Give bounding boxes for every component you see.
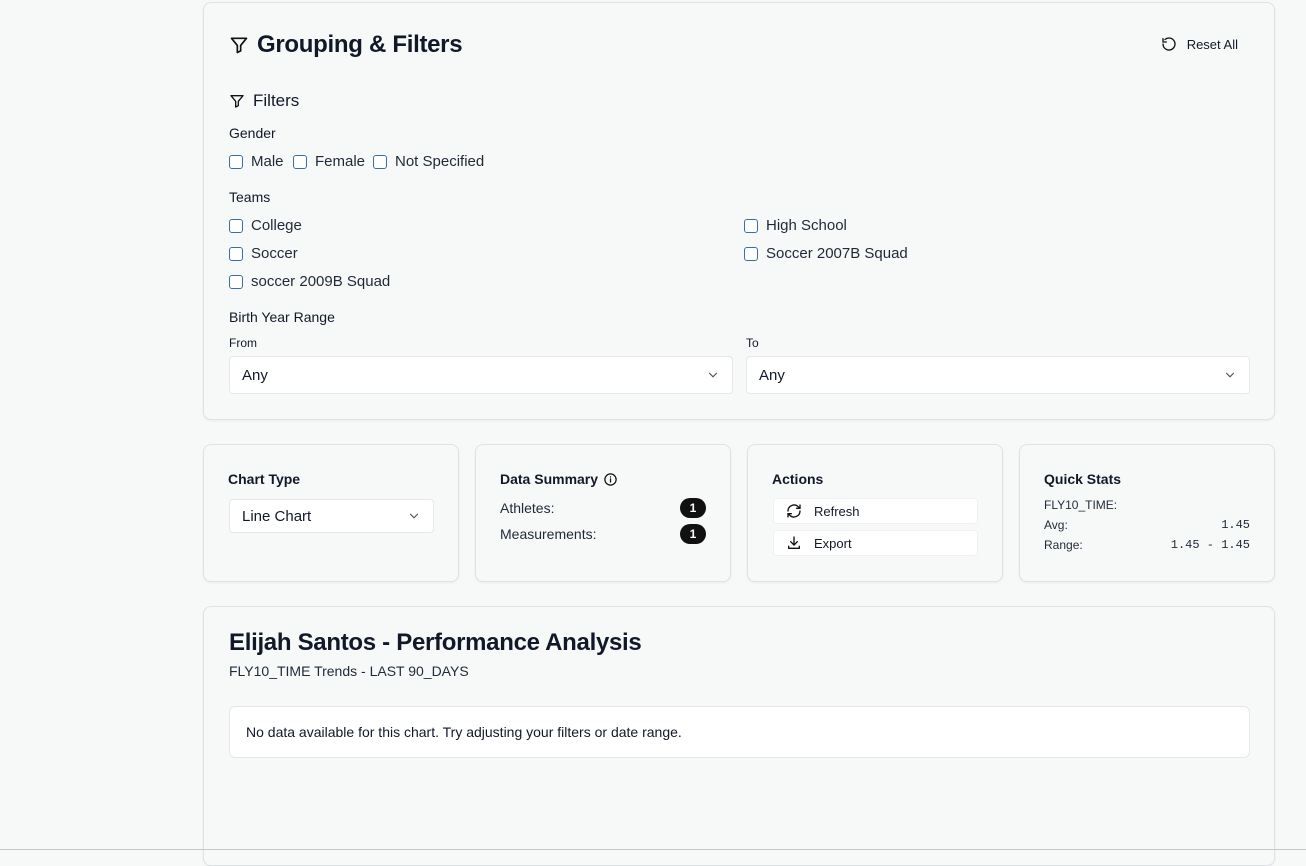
chart-type-card: Chart Type Line Chart <box>203 444 459 582</box>
data-summary-title: Data Summary <box>500 471 618 487</box>
export-label: Export <box>814 535 852 551</box>
chart-type-value: Line Chart <box>242 507 312 525</box>
viewport-divider <box>0 849 1306 850</box>
quick-stats-range-row: Range: 1.45 - 1.45 <box>1044 538 1250 552</box>
performance-analysis-card: Elijah Santos - Performance Analysis FLY… <box>203 606 1275 866</box>
athletes-row: Athletes: 1 <box>500 498 706 518</box>
gender-male-checkbox[interactable] <box>229 154 243 169</box>
birth-year-from-value: Any <box>242 366 268 384</box>
filter-icon <box>229 35 249 55</box>
gender-female-label: Female <box>315 153 366 170</box>
reset-icon <box>1161 36 1177 52</box>
team-college-option[interactable]: College <box>229 217 302 234</box>
range-label: Range: <box>1044 538 1083 552</box>
chart-type-title: Chart Type <box>228 471 301 487</box>
filters-card-title: Grouping & Filters <box>229 31 463 59</box>
quick-stats-card: Quick Stats FLY10_TIME: Avg: 1.45 Range:… <box>1019 444 1275 582</box>
team-high-school-option[interactable]: High School <box>744 217 847 234</box>
range-value: 1.45 - 1.45 <box>1170 538 1250 552</box>
athletes-label: Athletes: <box>500 500 555 516</box>
no-data-message: No data available for this chart. Try ad… <box>229 706 1250 758</box>
filters-card-title-text: Grouping & Filters <box>257 31 463 58</box>
gender-not-specified-checkbox[interactable] <box>373 154 387 169</box>
team-soccer-label: Soccer <box>251 245 298 262</box>
team-college-checkbox[interactable] <box>229 218 243 233</box>
team-soccer-2009b-option[interactable]: soccer 2009B Squad <box>229 273 390 290</box>
download-icon <box>786 535 802 551</box>
team-soccer-checkbox[interactable] <box>229 246 243 261</box>
quick-stats-metric-label: FLY10_TIME: <box>1044 498 1118 512</box>
grouping-filters-card: Grouping & Filters Reset All Filters Gen… <box>203 2 1275 420</box>
avg-label: Avg: <box>1044 518 1068 532</box>
info-icon[interactable] <box>603 472 618 487</box>
team-high-school-label: High School <box>766 217 847 234</box>
refresh-icon <box>786 503 802 519</box>
athletes-count-badge: 1 <box>680 498 706 518</box>
quick-stats-title: Quick Stats <box>1044 471 1122 487</box>
gender-label: Gender <box>229 125 276 141</box>
birth-year-range-label: Birth Year Range <box>229 309 335 325</box>
measurements-label: Measurements: <box>500 526 597 542</box>
birth-year-from-label: From <box>229 336 257 350</box>
team-soccer-2009b-checkbox[interactable] <box>229 274 243 289</box>
gender-not-specified-option[interactable]: Not Specified <box>373 153 484 170</box>
reset-all-label: Reset All <box>1186 36 1238 52</box>
avg-value: 1.45 <box>1221 518 1250 532</box>
birth-year-to-select[interactable]: Any <box>746 356 1250 394</box>
team-soccer-2007b-checkbox[interactable] <box>744 246 758 261</box>
team-soccer-option[interactable]: Soccer <box>229 245 298 262</box>
data-summary-card: Data Summary Athletes: 1 Measurements: 1 <box>475 444 731 582</box>
filters-subtitle-text: Filters <box>253 91 300 110</box>
filter-icon <box>229 93 245 109</box>
gender-female-option[interactable]: Female <box>293 153 365 170</box>
actions-card: Actions Refresh Export <box>747 444 1003 582</box>
filters-subtitle: Filters <box>229 91 299 111</box>
quick-stats-metric: FLY10_TIME: <box>1044 498 1250 512</box>
analysis-subtitle: FLY10_TIME Trends - LAST 90_DAYS <box>229 663 469 679</box>
reset-all-button[interactable]: Reset All <box>1161 36 1238 52</box>
refresh-label: Refresh <box>814 503 860 519</box>
team-soccer-2007b-label: Soccer 2007B Squad <box>766 245 908 262</box>
team-soccer-2009b-label: soccer 2009B Squad <box>251 273 391 290</box>
chevron-down-icon <box>706 368 720 382</box>
birth-year-to-value: Any <box>759 366 785 384</box>
gender-male-label: Male <box>251 153 284 170</box>
team-soccer-2007b-option[interactable]: Soccer 2007B Squad <box>744 245 908 262</box>
measurements-row: Measurements: 1 <box>500 524 706 544</box>
gender-not-specified-label: Not Specified <box>395 153 485 170</box>
refresh-button[interactable]: Refresh <box>773 498 978 524</box>
quick-stats-avg-row: Avg: 1.45 <box>1044 518 1250 532</box>
data-summary-title-text: Data Summary <box>500 471 599 487</box>
teams-label: Teams <box>229 189 271 205</box>
export-button[interactable]: Export <box>773 530 978 556</box>
birth-year-from-select[interactable]: Any <box>229 356 733 394</box>
actions-title: Actions <box>772 471 824 487</box>
analysis-title: Elijah Santos - Performance Analysis <box>229 629 642 656</box>
chart-type-select[interactable]: Line Chart <box>229 499 434 533</box>
team-high-school-checkbox[interactable] <box>744 218 758 233</box>
measurements-count-badge: 1 <box>680 524 706 544</box>
chevron-down-icon <box>1223 368 1237 382</box>
birth-year-to-label: To <box>746 336 759 350</box>
gender-male-option[interactable]: Male <box>229 153 284 170</box>
gender-female-checkbox[interactable] <box>293 154 307 169</box>
chevron-down-icon <box>407 509 421 523</box>
team-college-label: College <box>251 217 302 234</box>
